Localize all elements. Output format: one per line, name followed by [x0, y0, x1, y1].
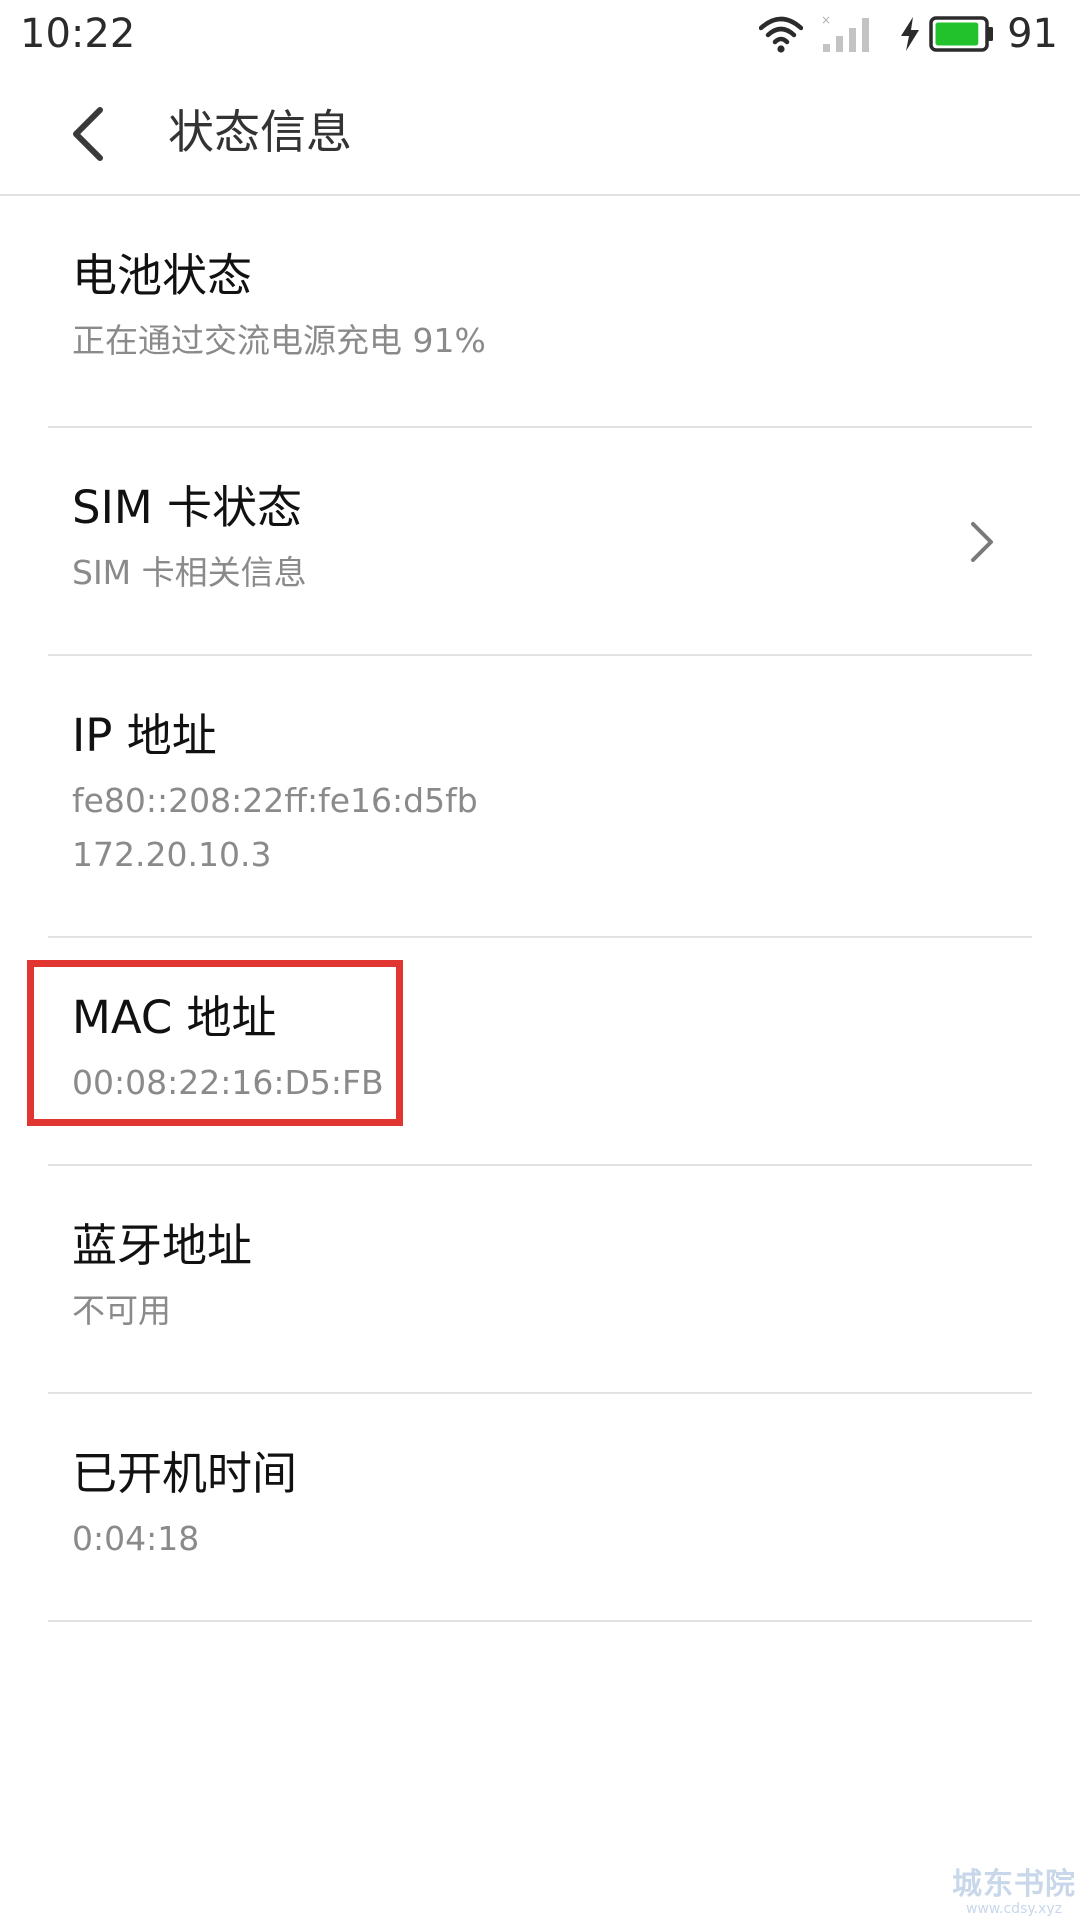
status-bar: 10:22 × 91	[0, 0, 1080, 72]
list-item-ip-address: IP 地址 fe80::208:22ff:fe16:d5fb 172.20.10…	[48, 656, 1032, 938]
watermark: 城东书院 www.cdsy.xyz	[952, 1867, 1076, 1917]
item-title: 蓝牙地址	[72, 1219, 253, 1272]
item-value: 0:04:18	[72, 1519, 200, 1558]
signal-icon: ×	[821, 14, 870, 52]
item-title: IP 地址	[72, 709, 217, 762]
status-icons: × 91	[759, 10, 1058, 58]
watermark-text: 城东书院	[952, 1867, 1076, 1902]
item-title: 电池状态	[72, 249, 253, 302]
item-value-ipv6: fe80::208:22ff:fe16:d5fb	[72, 781, 478, 820]
item-title: SIM 卡状态	[72, 481, 302, 534]
list-item-sim-status[interactable]: SIM 卡状态 SIM 卡相关信息	[48, 428, 1032, 656]
list-item-uptime: 已开机时间 0:04:18	[48, 1394, 1032, 1622]
app-header: 状态信息	[0, 72, 1080, 196]
charging-icon	[901, 17, 920, 51]
list-item-bluetooth-address: 蓝牙地址 不可用	[48, 1166, 1032, 1394]
chevron-right-icon	[971, 522, 993, 562]
item-title: 已开机时间	[72, 1447, 298, 1500]
wifi-icon	[759, 16, 804, 53]
item-value: 正在通过交流电源充电 91%	[72, 321, 486, 360]
back-button[interactable]	[52, 98, 124, 170]
status-time: 10:22	[20, 11, 136, 57]
battery-icon	[929, 16, 994, 52]
chevron-left-icon	[73, 107, 103, 161]
status-info-list: 电池状态 正在通过交流电源充电 91% SIM 卡状态 SIM 卡相关信息 IP…	[0, 196, 1080, 1622]
highlight-box	[27, 960, 403, 1126]
svg-text:×: ×	[821, 14, 831, 27]
watermark-url: www.cdsy.xyz	[965, 1901, 1063, 1917]
item-value: 不可用	[72, 1291, 171, 1330]
list-item-battery-status: 电池状态 正在通过交流电源充电 91%	[48, 196, 1032, 428]
battery-level: 91	[1007, 11, 1058, 57]
page-title: 状态信息	[168, 105, 352, 159]
item-value: SIM 卡相关信息	[72, 553, 307, 592]
item-value-ipv4: 172.20.10.3	[72, 835, 272, 874]
